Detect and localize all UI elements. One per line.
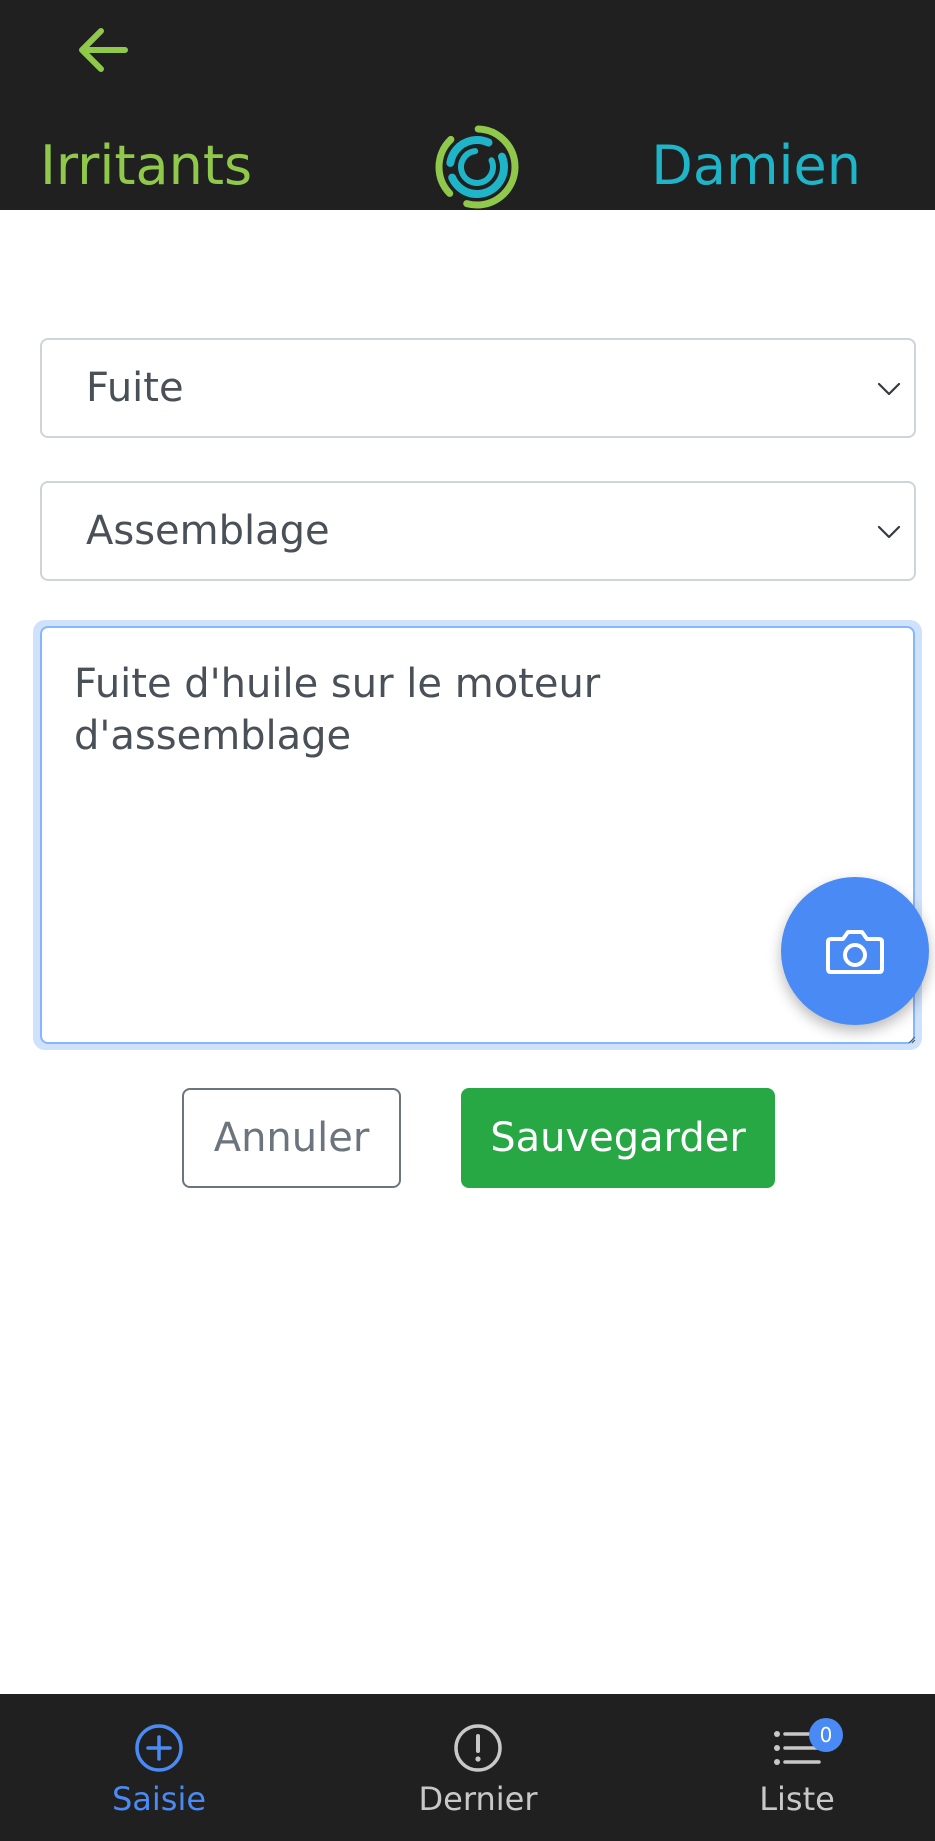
camera-icon: [826, 930, 884, 974]
nav-item-liste[interactable]: Liste: [697, 1694, 897, 1841]
swirl-logo-icon: [435, 125, 519, 209]
nav-label-liste: Liste: [759, 1780, 835, 1818]
arrow-left-icon: [79, 28, 128, 72]
bottom-nav: Saisie Dernier Liste: [0, 1694, 935, 1841]
location-select-value: Assemblage: [86, 508, 330, 554]
nav-item-dernier[interactable]: Dernier: [378, 1694, 578, 1841]
plus-circle-icon: [135, 1724, 183, 1772]
type-select[interactable]: Fuite: [40, 338, 916, 438]
type-select-value: Fuite: [86, 365, 184, 411]
location-select[interactable]: Assemblage: [40, 481, 916, 581]
resize-handle-icon[interactable]: [908, 1036, 916, 1044]
chevron-down-icon: [877, 382, 901, 396]
nav-label-saisie: Saisie: [111, 1780, 207, 1818]
page: Irritants Damien Fuite Assemblage Fuite …: [0, 0, 935, 1841]
cancel-button[interactable]: Annuler: [182, 1088, 401, 1188]
chevron-down-icon: [877, 525, 901, 539]
app-title: Irritants: [40, 134, 253, 197]
back-button[interactable]: [72, 22, 134, 78]
save-button[interactable]: Sauvegarder: [461, 1088, 775, 1188]
user-name[interactable]: Damien: [651, 134, 861, 198]
exclamation-circle-icon: [454, 1724, 502, 1772]
app-header: Irritants Damien: [0, 0, 935, 210]
liste-count-badge: 0: [809, 1718, 843, 1752]
nav-item-saisie[interactable]: Saisie: [59, 1694, 259, 1841]
nav-label-dernier: Dernier: [418, 1780, 538, 1818]
camera-button[interactable]: [781, 877, 929, 1025]
description-textarea[interactable]: Fuite d'huile sur le moteur d'assemblage: [40, 626, 915, 1044]
